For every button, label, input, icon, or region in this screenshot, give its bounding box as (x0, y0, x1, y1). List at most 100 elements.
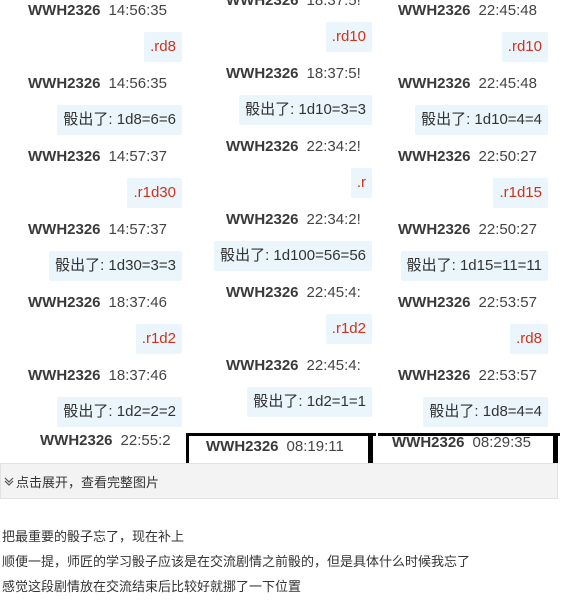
chat-message: WWH2326 14:57:37 .r1d30 (0, 146, 188, 219)
message-header: WWH2326 14:56:35 (28, 75, 167, 93)
chat-message: WWH2326 22:45:4: 骰出了: 1d2=1=1 (188, 355, 374, 428)
message-header: WWH2326 18:37:5! (226, 65, 361, 83)
expand-image-button[interactable]: 点击展开，查看完整图片 (0, 463, 558, 499)
message-time: 22:45:4: (306, 284, 361, 301)
chat-message: WWH2326 22:50:27 骰出了: 1d15=11=11 (374, 219, 560, 292)
crop-border (553, 433, 558, 463)
sender-name: WWH2326 (28, 221, 101, 238)
message-header: WWH2326 18:37:5! (226, 0, 361, 10)
sender-name: WWH2326 (398, 294, 471, 311)
dice-command-bubble: .r1d2 (325, 314, 372, 344)
message-header: WWH2326 22:50:27 (398, 221, 537, 239)
message-time: 22:53:57 (478, 294, 537, 311)
dice-command-bubble: .r1d15 (493, 178, 548, 208)
message-header: WWH2326 08:19:11 (206, 438, 344, 456)
chat-message: WWH2326 14:56:35 .rd8 (0, 0, 188, 73)
crop-border (378, 433, 560, 436)
message-header: WWH2326 14:57:37 (28, 221, 167, 239)
chat-message: WWH2326 22:34:2! 骰出了: 1d100=56=56 (188, 209, 374, 282)
chat-message: WWH2326 22:34:2! .r (188, 136, 374, 209)
chat-message: WWH2326 08:29:35 (374, 432, 560, 463)
message-header: WWH2326 22:45:48 (398, 2, 537, 20)
sender-name: WWH2326 (226, 65, 299, 82)
message-time: 08:29:35 (472, 434, 531, 451)
dice-result-bubble: 骰出了: 1d10=3=3 (239, 95, 372, 125)
message-header: WWH2326 08:29:35 (392, 434, 531, 452)
chat-message: WWH2326 22:45:4: .r1d2 (188, 282, 374, 355)
message-time: 18:37:5! (306, 0, 361, 9)
sender-name: WWH2326 (226, 284, 299, 301)
message-header: WWH2326 22:50:27 (398, 148, 537, 166)
message-header: WWH2326 22:34:2! (226, 138, 361, 156)
dice-command-bubble: .rd8 (144, 32, 182, 62)
message-header: WWH2326 22:45:4: (226, 284, 361, 302)
chat-message: WWH2326 22:53:57 .rd8 (374, 292, 560, 365)
message-time: 08:19:11 (286, 438, 344, 455)
dice-result-bubble: 骰出了: 1d2=2=2 (57, 397, 182, 427)
dice-command-bubble: .rd10 (325, 22, 372, 52)
chat-column-2: WWH2326 18:37:5! .rd10 WWH2326 18:37:5! 骰出了: … (188, 0, 374, 463)
sender-name: WWH2326 (28, 2, 101, 19)
message-header: WWH2326 14:57:37 (28, 148, 167, 166)
sender-name: WWH2326 (28, 294, 101, 311)
sender-name: WWH2326 (398, 148, 471, 165)
dice-command-bubble: .rd10 (501, 32, 548, 62)
chat-message: WWH2326 22:55:2 (0, 430, 188, 463)
dice-command-bubble: .r1d30 (127, 178, 182, 208)
message-time: 14:56:35 (108, 2, 167, 19)
chat-message: WWH2326 14:57:37 骰出了: 1d30=3=3 (0, 219, 188, 292)
sender-name: WWH2326 (28, 75, 101, 92)
message-header: WWH2326 22:53:57 (398, 367, 537, 385)
sender-name: WWH2326 (28, 148, 101, 165)
sender-name: WWH2326 (226, 138, 299, 155)
chat-message: WWH2326 22:45:48 .rd10 (374, 0, 560, 73)
dice-result-bubble: 骰出了: 1d8=6=6 (57, 105, 182, 135)
dice-result-bubble: 骰出了: 1d15=11=11 (400, 251, 548, 281)
post-line: 把最重要的骰子忘了，现在补上 (2, 529, 185, 544)
message-time: 14:57:37 (108, 221, 167, 238)
chat-message: WWH2326 14:56:35 骰出了: 1d8=6=6 (0, 73, 188, 146)
sender-name: WWH2326 (40, 432, 113, 449)
message-header: WWH2326 18:37:46 (28, 367, 167, 385)
post-line: 顺便一提，师匠的学习骰子应该是在交流剧情之前骰的，但是具体什么时候我忘了 (2, 554, 471, 569)
chat-message: WWH2326 18:37:46 .r1d2 (0, 292, 188, 365)
crop-border (186, 433, 189, 463)
dice-command-bubble: .rd8 (510, 324, 548, 354)
crop-border (368, 433, 373, 463)
dice-result-bubble: 骰出了: 1d8=4=4 (423, 397, 548, 427)
sender-name: WWH2326 (398, 367, 471, 384)
dice-command-bubble: .r1d2 (135, 324, 182, 354)
message-time: 18:37:46 (108, 294, 167, 311)
message-time: 22:45:4: (306, 357, 361, 374)
message-time: 22:34:2! (306, 138, 361, 155)
message-time: 14:56:35 (108, 75, 167, 92)
message-time: 22:50:27 (478, 221, 537, 238)
message-time: 18:37:46 (108, 367, 167, 384)
chat-column-1: WWH2326 14:56:35 .rd8 WWH2326 14:56:35 骰出了: 1… (0, 0, 188, 463)
message-time: 22:53:57 (478, 367, 537, 384)
dice-result-bubble: 骰出了: 1d100=56=56 (214, 241, 372, 271)
message-header: WWH2326 22:45:4: (226, 357, 361, 375)
message-time: 22:50:27 (478, 148, 537, 165)
chat-message: WWH2326 22:45:48 骰出了: 1d10=4=4 (374, 73, 560, 146)
sender-name: WWH2326 (398, 75, 471, 92)
chat-message: WWH2326 18:37:46 骰出了: 1d2=2=2 (0, 365, 188, 438)
chevron-down-icon (4, 477, 14, 486)
sender-name: WWH2326 (226, 357, 299, 374)
message-time: 22:45:48 (478, 75, 537, 92)
sender-name: WWH2326 (206, 438, 279, 455)
message-header: WWH2326 22:45:48 (398, 75, 537, 93)
dice-result-bubble: 骰出了: 1d10=4=4 (415, 105, 548, 135)
message-header: WWH2326 22:55:2 (40, 432, 171, 450)
message-time: 22:34:2! (306, 211, 361, 228)
message-time: 22:55:2 (120, 432, 171, 449)
chat-message: WWH2326 22:50:27 .r1d15 (374, 146, 560, 219)
chat-column-3: WWH2326 22:45:48 .rd10 WWH2326 22:45:48 骰出了: … (374, 0, 560, 463)
sender-name: WWH2326 (398, 221, 471, 238)
crop-border (186, 433, 376, 436)
message-header: WWH2326 22:34:2! (226, 211, 361, 229)
chat-message: WWH2326 18:37:5! 骰出了: 1d10=3=3 (188, 63, 374, 136)
dice-command-bubble: .r (350, 168, 372, 198)
chat-message: WWH2326 18:37:5! .rd10 (188, 0, 374, 63)
sender-name: WWH2326 (226, 0, 299, 9)
